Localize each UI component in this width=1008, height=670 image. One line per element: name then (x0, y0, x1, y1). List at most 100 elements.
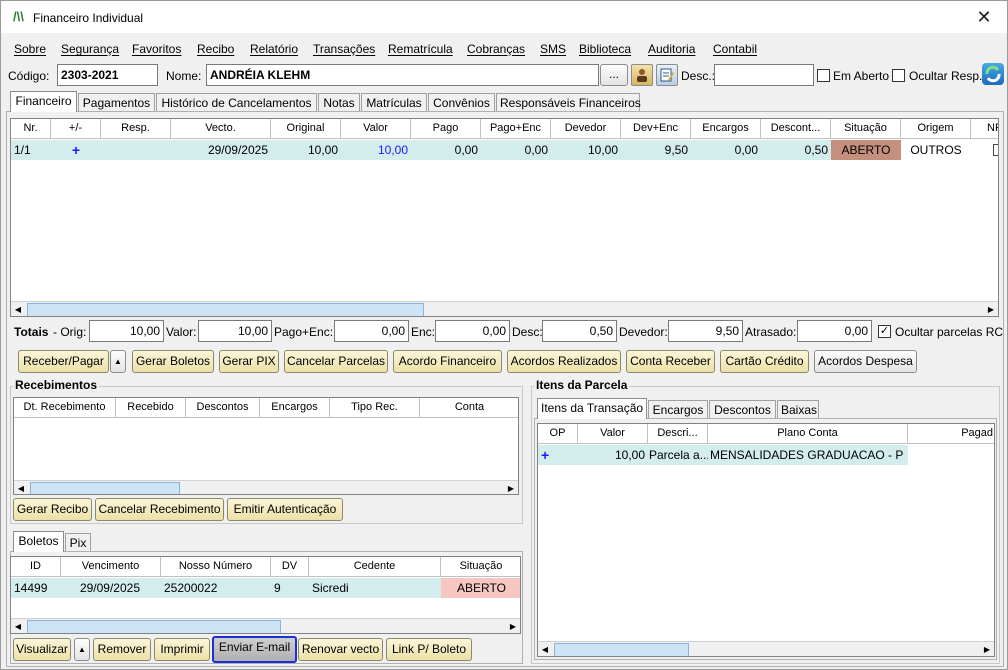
col-original[interactable]: Original (271, 119, 341, 139)
gerar-boletos-button[interactable]: Gerar Boletos (132, 350, 214, 373)
parcelas-grid[interactable]: Nr. +/- Resp. Vecto. Original Valor Pago… (10, 118, 999, 317)
tab-notas[interactable]: Notas (318, 93, 360, 112)
col-plano-conta[interactable]: Plano Conta (708, 424, 908, 444)
receber-dropdown-icon[interactable]: ▲ (110, 350, 126, 373)
scroll-thumb[interactable] (27, 620, 281, 633)
menu-biblioteca[interactable]: Biblioteca (579, 42, 631, 56)
col-dev-enc[interactable]: Dev+Enc (621, 119, 691, 139)
scroll-right-icon[interactable]: ▶ (984, 303, 998, 316)
menu-rematricula[interactable]: Rematrícula (388, 42, 453, 56)
col-nosso-numero[interactable]: Nosso Número (161, 557, 271, 577)
cancelar-recebimento-button[interactable]: Cancelar Recebimento (95, 498, 224, 521)
recebimentos-hscrollbar[interactable]: ◀ ▶ (14, 480, 518, 494)
col-origem[interactable]: Origem (901, 119, 971, 139)
expand-plus-icon[interactable]: + (538, 445, 578, 465)
menu-sobre[interactable]: Sobre (14, 42, 46, 56)
col-valor[interactable]: Valor (578, 424, 648, 444)
link-boleto-button[interactable]: Link P/ Boleto (386, 638, 472, 661)
boletos-grid[interactable]: ID Vencimento Nosso Número DV Cedente Si… (10, 556, 521, 634)
col-cedente[interactable]: Cedente (309, 557, 441, 577)
cartao-credito-button[interactable]: Cartão Crédito (720, 350, 809, 373)
person-icon[interactable] (631, 64, 653, 86)
col-pago[interactable]: Pago (411, 119, 481, 139)
refresh-icon[interactable] (982, 63, 1004, 85)
acordos-realizados-button[interactable]: Acordos Realizados (507, 350, 621, 373)
menu-transacoes[interactable]: Transações (313, 42, 375, 56)
menu-recibo[interactable]: Recibo (197, 42, 234, 56)
desc-field[interactable] (714, 64, 814, 86)
col-devedor[interactable]: Devedor (551, 119, 621, 139)
menu-cobrancas[interactable]: Cobranças (467, 42, 525, 56)
col-tipo-rec[interactable]: Tipo Rec. (330, 398, 420, 418)
itens-grid[interactable]: OP Valor Descri... Plano Conta Pagad + 1… (537, 423, 995, 657)
search-name-button[interactable]: ... (600, 64, 628, 86)
parcelas-hscrollbar[interactable]: ◀ ▶ (11, 301, 998, 316)
receber-pagar-button[interactable]: Receber/Pagar (18, 350, 109, 373)
tab-pix[interactable]: Pix (65, 533, 91, 552)
col-vecto[interactable]: Vecto. (171, 119, 271, 139)
col-descontos[interactable]: Descontos (186, 398, 260, 418)
tab-responsaveis-financeiros[interactable]: Responsáveis Financeiros (496, 93, 641, 112)
tab-boletos[interactable]: Boletos (13, 531, 64, 552)
codigo-field[interactable]: 2303-2021 (57, 64, 158, 86)
scroll-right-icon[interactable]: ▶ (504, 482, 518, 494)
ocultar-parcelas-checkbox[interactable]: ✓ (878, 325, 891, 338)
menu-favoritos[interactable]: Favoritos (132, 42, 181, 56)
tab-financeiro[interactable]: Financeiro (10, 91, 77, 112)
col-situacao[interactable]: Situação (831, 119, 901, 139)
renovar-vecto-button[interactable]: Renovar vecto (298, 638, 383, 661)
menu-contabil[interactable]: Contabil (713, 42, 757, 56)
scroll-right-icon[interactable]: ▶ (506, 620, 520, 633)
scroll-right-icon[interactable]: ▶ (980, 643, 994, 656)
acordos-despesa-button[interactable]: Acordos Despesa (814, 350, 917, 373)
col-plus-minus[interactable]: +/- (51, 119, 101, 139)
col-pagador[interactable]: Pagad (908, 424, 994, 444)
scroll-left-icon[interactable]: ◀ (538, 643, 552, 656)
menu-seguranca[interactable]: Segurança (61, 42, 119, 56)
col-recebido[interactable]: Recebido (116, 398, 186, 418)
scroll-thumb[interactable] (30, 482, 180, 494)
col-encargos[interactable]: Encargos (691, 119, 761, 139)
scroll-left-icon[interactable]: ◀ (14, 482, 28, 494)
conta-receber-button[interactable]: Conta Receber (626, 350, 715, 373)
tab-baixas[interactable]: Baixas (777, 400, 819, 419)
tab-pagamentos[interactable]: Pagamentos (78, 93, 155, 112)
remover-button[interactable]: Remover (93, 638, 151, 661)
tab-convenios[interactable]: Convênios (428, 93, 495, 112)
col-dv[interactable]: DV (271, 557, 309, 577)
nome-field[interactable]: ANDRÉIA KLEHM (206, 64, 599, 86)
col-op[interactable]: OP (538, 424, 578, 444)
col-nf[interactable]: NF (971, 119, 998, 139)
visualizar-button[interactable]: Visualizar (13, 638, 71, 661)
col-dt-recebimento[interactable]: Dt. Recebimento (14, 398, 116, 418)
menu-relatorio[interactable]: Relatório (250, 42, 298, 56)
acordo-financeiro-button[interactable]: Acordo Financeiro (393, 350, 502, 373)
col-situacao[interactable]: Situação (441, 557, 520, 577)
col-pago-enc[interactable]: Pago+Enc (481, 119, 551, 139)
gerar-pix-button[interactable]: Gerar PIX (219, 350, 279, 373)
tab-matriculas[interactable]: Matrículas (361, 93, 427, 112)
scroll-left-icon[interactable]: ◀ (11, 303, 25, 316)
col-descricao[interactable]: Descri... (648, 424, 708, 444)
col-conta[interactable]: Conta (420, 398, 518, 418)
menu-auditoria[interactable]: Auditoria (648, 42, 695, 56)
recebimentos-grid[interactable]: Dt. Recebimento Recebido Descontos Encar… (13, 397, 519, 495)
itens-hscrollbar[interactable]: ◀ ▶ (538, 641, 994, 656)
tab-itens-transacao[interactable]: Itens da Transação (537, 398, 647, 419)
scroll-thumb[interactable] (27, 303, 424, 316)
col-nr[interactable]: Nr. (11, 119, 51, 139)
em-aberto-checkbox[interactable] (817, 69, 830, 82)
tab-encargos[interactable]: Encargos (648, 400, 708, 419)
tab-historico-cancelamentos[interactable]: Histórico de Cancelamentos (156, 93, 317, 112)
ocultar-resp-checkbox[interactable] (892, 69, 905, 82)
enviar-email-button[interactable]: Enviar E-mail (212, 636, 297, 663)
menu-sms[interactable]: SMS (540, 42, 566, 56)
expand-plus-icon[interactable]: + (51, 140, 101, 160)
gerar-recibo-button[interactable]: Gerar Recibo (13, 498, 92, 521)
scroll-thumb[interactable] (554, 643, 689, 656)
cancelar-parcelas-button[interactable]: Cancelar Parcelas (284, 350, 388, 373)
emitir-autenticacao-button[interactable]: Emitir Autenticação (227, 498, 343, 521)
scroll-left-icon[interactable]: ◀ (11, 620, 25, 633)
col-descontos[interactable]: Descont... (761, 119, 831, 139)
edit-document-icon[interactable] (656, 64, 678, 86)
